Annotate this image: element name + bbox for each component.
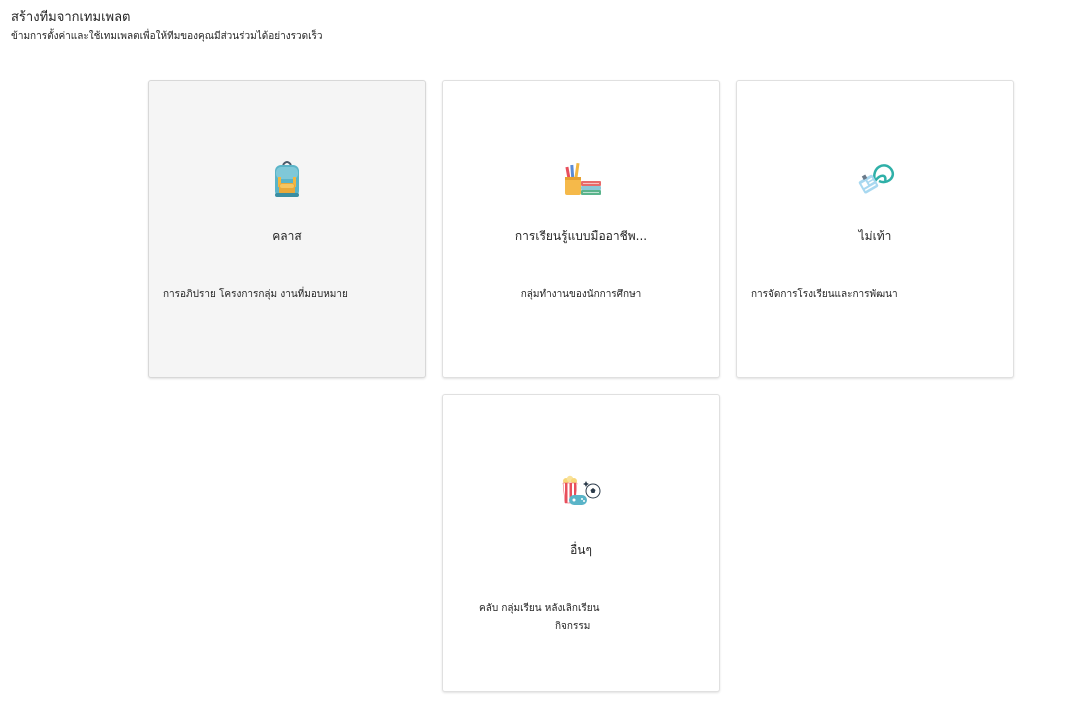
template-card-staff[interactable]: ไม่เท้า การจัดการโรงเรียนและการพัฒนา <box>736 80 1014 378</box>
template-card-other[interactable]: อื่นๆ คลับ กลุ่มเรียน หลังเลิกเรียน กิจก… <box>442 394 720 692</box>
page-title: สร้างทีมจากเทมเพลต <box>11 10 131 25</box>
card-description: การอภิปราย โครงการกลุ่ม งานที่มอบหมาย <box>163 289 348 300</box>
card-description: การจัดการโรงเรียนและการพัฒนา <box>751 289 898 300</box>
page-header: สร้างทีมจากเทมเพลต ข้ามการตั้งค่าและใช้เ… <box>11 9 322 45</box>
card-title: การเรียนรู้แบบมืออาชีพ... <box>514 229 648 243</box>
card-description-line-1: คลับ กลุ่มเรียน หลังเลิกเรียน <box>479 603 600 614</box>
template-card-professional-learning[interactable]: การเรียนรู้แบบมืออาชีพ... กลุ่มทำงานของน… <box>442 80 720 378</box>
template-card-class[interactable]: คลาส การอภิปราย โครงการกลุ่ม งานที่มอบหม… <box>148 80 426 378</box>
card-title: ไม่เท้า <box>858 229 892 243</box>
popcorn-soccer-icon <box>562 475 601 505</box>
card-description: คลับ กลุ่มเรียน หลังเลิกเรียน กิจกรรม <box>479 600 705 636</box>
card-title: อื่นๆ <box>570 543 592 557</box>
id-badge-lanyard-icon <box>858 164 895 194</box>
backpack-icon <box>275 161 299 197</box>
pencils-books-icon <box>565 162 601 195</box>
card-description-line-2: กิจกรรม <box>555 621 591 632</box>
card-title: คลาส <box>272 229 302 243</box>
page-subtitle: ข้ามการตั้งค่าและใช้เทมเพลตเพื่อให้ทีมขอ… <box>11 31 323 42</box>
card-description: กลุ่มทำงานของนักการศึกษา <box>520 289 642 300</box>
